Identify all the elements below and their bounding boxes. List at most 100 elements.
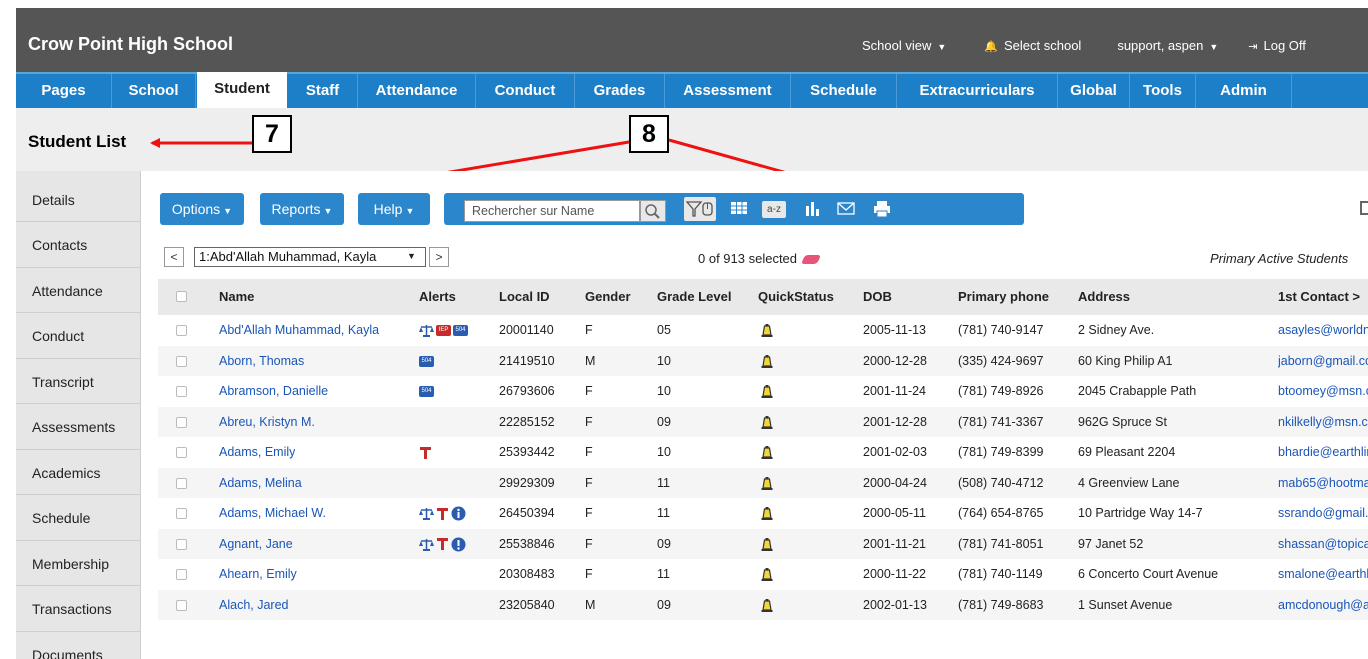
cell-name[interactable]: Agnant, Jane xyxy=(219,529,293,559)
status-bell-icon[interactable] xyxy=(760,354,774,369)
tab-pages[interactable]: Pages xyxy=(16,74,112,108)
col-quickstatus[interactable]: QuickStatus xyxy=(758,279,834,315)
col-address[interactable]: Address xyxy=(1078,279,1130,315)
status-bell-icon[interactable] xyxy=(760,567,774,582)
status-bell-icon[interactable] xyxy=(760,415,774,430)
col-gender[interactable]: Gender xyxy=(585,279,631,315)
cell-contact[interactable]: nkilkelly@msn.com xyxy=(1278,407,1368,437)
status-bell-icon[interactable] xyxy=(760,323,774,338)
select-all-checkbox[interactable] xyxy=(176,291,187,302)
cell-name[interactable]: Adams, Emily xyxy=(219,437,295,467)
side-item-schedule[interactable]: Schedule xyxy=(16,495,140,541)
tab-global[interactable]: Global xyxy=(1058,74,1130,108)
cell-name[interactable]: Abreu, Kristyn M. xyxy=(219,407,315,437)
table-row[interactable]: Adams, Michael W. 26450394 F 11 2000-05-11 (7… xyxy=(158,498,1368,529)
side-item-transcript[interactable]: Transcript xyxy=(16,358,140,404)
options-button[interactable]: Options ▼ xyxy=(160,193,244,225)
tab-extracurriculars[interactable]: Extracurriculars xyxy=(897,74,1058,108)
cell-contact[interactable]: bhardie@earthlink.net xyxy=(1278,437,1368,467)
row-checkbox[interactable] xyxy=(176,386,187,397)
search-button[interactable] xyxy=(640,200,666,222)
side-item-attendance[interactable]: Attendance xyxy=(16,267,140,313)
tab-school[interactable]: School xyxy=(112,74,196,108)
record-select[interactable]: 1:Abd'Allah Muhammad, Kayla xyxy=(194,247,426,267)
cell-contact[interactable]: asayles@worldnet.att.net xyxy=(1278,315,1368,345)
status-bell-icon[interactable] xyxy=(760,506,774,521)
filter-button[interactable] xyxy=(684,197,716,221)
table-row[interactable]: Abreu, Kristyn M. 22285152 F 09 2001-12-28 (7… xyxy=(158,406,1368,437)
table-row[interactable]: Agnant, Jane 25538846 F 09 2001-11-21 (781) 7… xyxy=(158,528,1368,559)
cell-name[interactable]: Ahearn, Emily xyxy=(219,559,297,589)
status-bell-icon[interactable] xyxy=(760,476,774,491)
row-checkbox[interactable] xyxy=(176,508,187,519)
eraser-icon[interactable] xyxy=(800,255,822,265)
cell-name[interactable]: Adams, Michael W. xyxy=(219,498,326,528)
cell-contact[interactable]: amcdonough@aol.com xyxy=(1278,590,1368,620)
cell-name[interactable]: Alach, Jared xyxy=(219,590,288,620)
grid-view-button[interactable] xyxy=(730,199,748,220)
table-row[interactable]: Abd'Allah Muhammad, Kayla IEP 504 20001140 F… xyxy=(158,315,1368,346)
table-row[interactable]: Abramson, Danielle 504 26793606 F 10 2001-11-… xyxy=(158,376,1368,407)
status-bell-icon[interactable] xyxy=(760,445,774,460)
prev-record-button[interactable]: < xyxy=(164,247,184,267)
filter-label[interactable]: Primary Active Students xyxy=(1210,251,1348,266)
cell-contact[interactable]: ssrando@gmail.com xyxy=(1278,498,1368,528)
tab-schedule[interactable]: Schedule xyxy=(791,74,897,108)
col-grade-level[interactable]: Grade Level xyxy=(657,279,731,315)
row-checkbox[interactable] xyxy=(176,477,187,489)
tab-attendance[interactable]: Attendance xyxy=(358,74,476,108)
reports-button[interactable]: Reports ▼ xyxy=(260,193,344,225)
school-view-menu[interactable]: School view ▼ xyxy=(862,38,946,53)
side-item-transactions[interactable]: Transactions xyxy=(16,586,140,632)
cell-contact[interactable]: smalone@earthlink.net xyxy=(1278,559,1368,589)
side-item-documents[interactable]: Documents xyxy=(16,631,140,659)
row-checkbox[interactable] xyxy=(176,325,187,336)
cell-name[interactable]: Abd'Allah Muhammad, Kayla xyxy=(219,315,379,345)
select-school-link[interactable]: 🔔 Select school xyxy=(984,38,1081,53)
row-checkbox[interactable] xyxy=(176,569,187,580)
status-bell-icon[interactable] xyxy=(760,598,774,613)
sort-az-button[interactable]: a-z xyxy=(762,201,786,218)
col-dob[interactable]: DOB xyxy=(863,279,892,315)
side-item-assessments[interactable]: Assessments xyxy=(16,404,140,450)
table-row[interactable]: Adams, Emily 25393442 F 10 2001-02-03 (781) 7… xyxy=(158,437,1368,468)
tab-tools[interactable]: Tools xyxy=(1130,74,1196,108)
cell-contact[interactable]: shassan@topica.com xyxy=(1278,529,1368,559)
row-checkbox[interactable] xyxy=(176,599,187,611)
cell-name[interactable]: Aborn, Thomas xyxy=(219,346,304,376)
tab-assessment[interactable]: Assessment xyxy=(665,74,791,108)
column-chooser-icon[interactable] xyxy=(1360,201,1368,215)
tab-admin[interactable]: Admin xyxy=(1196,74,1292,108)
status-bell-icon[interactable] xyxy=(760,537,774,552)
print-button[interactable] xyxy=(872,199,892,222)
row-checkbox[interactable] xyxy=(176,355,187,367)
table-row[interactable]: Ahearn, Emily 20308483 F 11 2000-11-22 (781) … xyxy=(158,559,1368,590)
side-item-conduct[interactable]: Conduct xyxy=(16,313,140,359)
status-bell-icon[interactable] xyxy=(760,384,774,399)
cell-contact[interactable]: btoomey@msn.com xyxy=(1278,376,1368,406)
table-row[interactable]: Alach, Jared 23205840 M 09 2002-01-13 (781) 7… xyxy=(158,589,1368,620)
cell-contact[interactable]: mab65@hootmail.com xyxy=(1278,468,1368,498)
table-row[interactable]: Adams, Melina 29929309 F 11 2000-04-24 (508) … xyxy=(158,467,1368,498)
user-menu[interactable]: support, aspen ▼ xyxy=(1117,38,1218,53)
col-alerts[interactable]: Alerts xyxy=(419,279,456,315)
search-input[interactable]: Rechercher sur Name xyxy=(464,200,640,222)
row-checkbox[interactable] xyxy=(176,447,187,458)
col-name[interactable]: Name xyxy=(219,279,254,315)
next-record-button[interactable]: > xyxy=(429,247,449,267)
logoff-link[interactable]: ⇥ Log Off xyxy=(1248,38,1306,53)
col-local-id[interactable]: Local ID xyxy=(499,279,550,315)
col-first-contact[interactable]: 1st Contact > xyxy=(1278,279,1360,315)
cell-name[interactable]: Adams, Melina xyxy=(219,468,302,498)
email-button[interactable] xyxy=(836,199,856,220)
side-item-academics[interactable]: Academics xyxy=(16,449,140,495)
side-item-membership[interactable]: Membership xyxy=(16,540,140,586)
tab-conduct[interactable]: Conduct xyxy=(476,74,575,108)
side-item-contacts[interactable]: Contacts xyxy=(16,222,140,268)
cell-contact[interactable]: jaborn@gmail.com xyxy=(1278,346,1368,376)
tab-student[interactable]: Student xyxy=(197,72,287,108)
side-item-details[interactable]: Details xyxy=(16,171,140,222)
row-checkbox[interactable] xyxy=(176,538,187,550)
row-checkbox[interactable] xyxy=(176,416,187,428)
cell-name[interactable]: Abramson, Danielle xyxy=(219,376,328,406)
